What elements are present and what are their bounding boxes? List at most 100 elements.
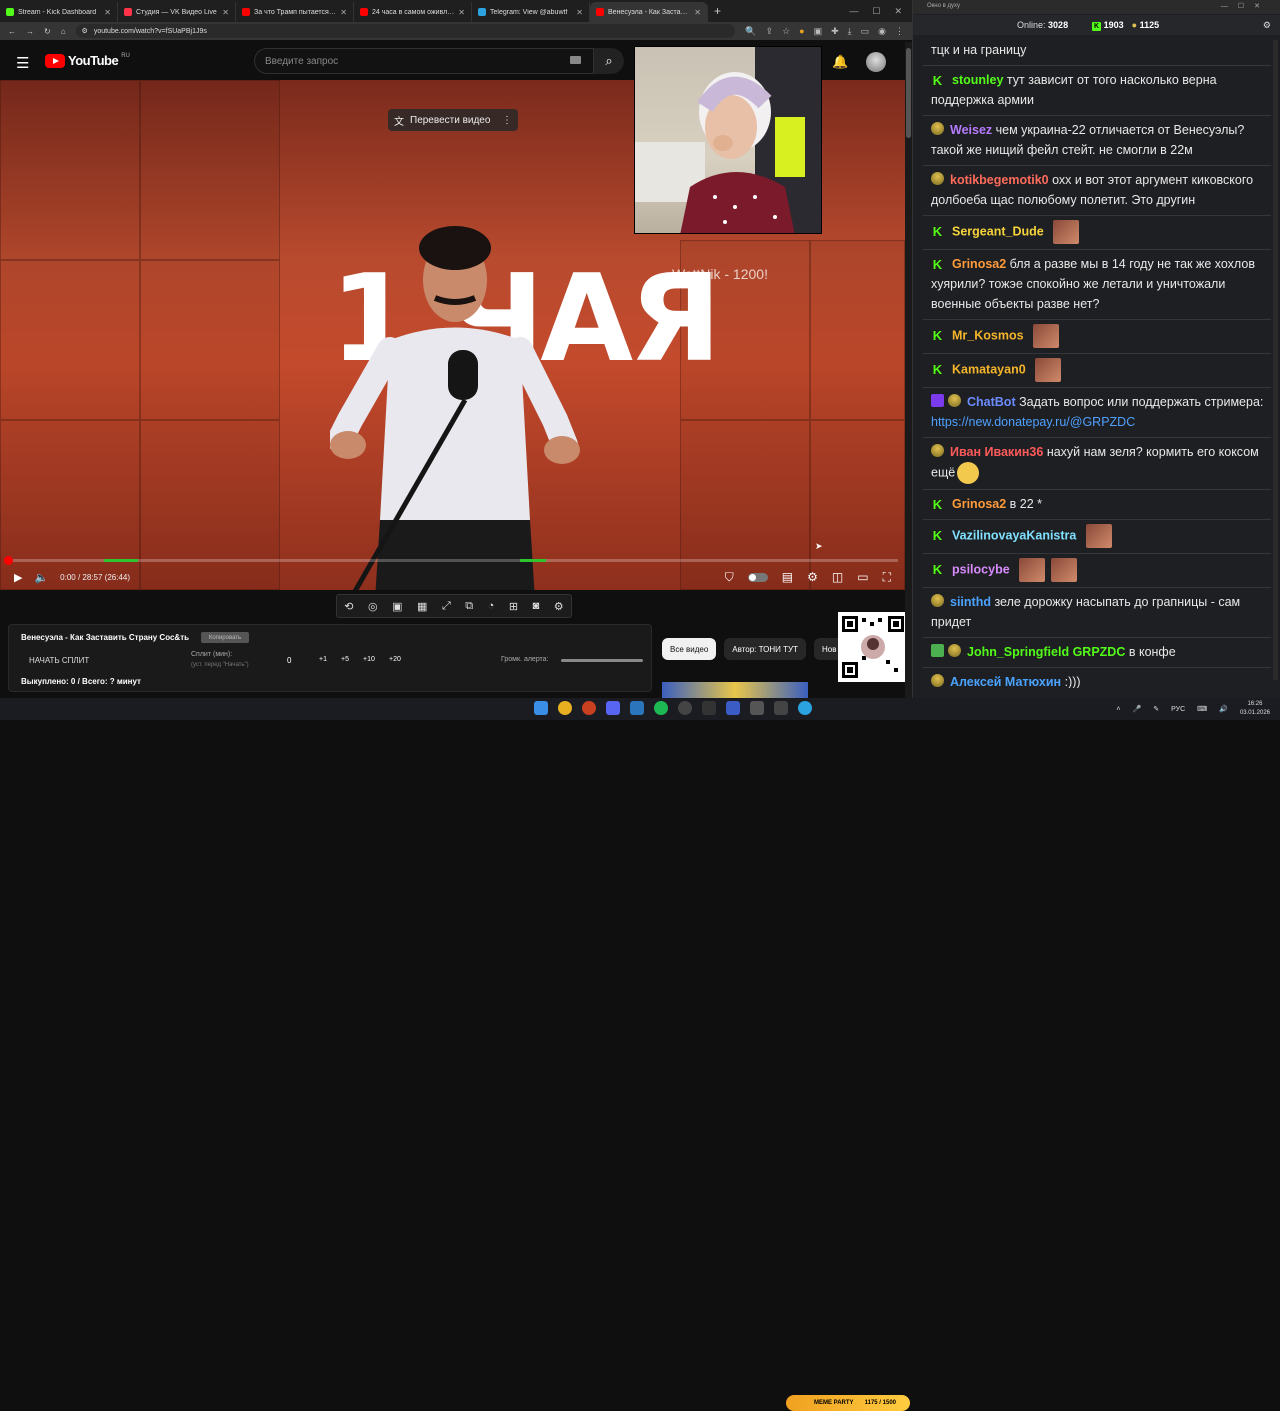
notifications-bell-icon[interactable]: 🔔 — [832, 54, 848, 70]
chat-username[interactable]: kotikbegemotik0 — [950, 173, 1049, 187]
microphone-icon[interactable]: 🎤 — [1133, 705, 1142, 713]
chat-link[interactable]: https://new.donatepay.ru/@GRPZDC — [931, 415, 1135, 429]
tab-close-icon[interactable]: ✕ — [340, 8, 347, 17]
share-icon[interactable]: ⇪ — [766, 26, 774, 37]
miniplayer-icon[interactable]: ◫ — [832, 570, 843, 584]
chrome-icon[interactable] — [558, 701, 572, 715]
extension-icon[interactable]: ▣ — [814, 26, 823, 37]
increment-button[interactable]: +1 — [319, 656, 327, 663]
increment-button[interactable]: +20 — [389, 656, 401, 663]
app-icon[interactable] — [726, 701, 740, 715]
camera-icon[interactable]: ▣ — [392, 600, 402, 613]
more-options-icon[interactable]: ⋮ — [502, 115, 512, 126]
tray-expand-icon[interactable]: ˄ — [1116, 706, 1120, 713]
meme-party-widget[interactable]: MEME PARTY 1175 / 1500 — [786, 1395, 910, 1411]
zoom-icon[interactable]: 🔍 — [745, 26, 756, 37]
new-tab-button[interactable]: + — [708, 4, 727, 18]
volume-icon[interactable]: 🔈 — [34, 571, 48, 584]
fullscreen-icon[interactable]: ⛶ — [883, 570, 891, 585]
volume-tray-icon[interactable]: 🔊 — [1219, 705, 1228, 713]
start-split-button[interactable]: НАЧАТЬ СПЛИТ — [29, 656, 89, 665]
shield-icon[interactable]: ⛉ — [725, 570, 734, 585]
extension-dot-icon[interactable]: ● — [799, 26, 804, 37]
chat-username[interactable]: Kamatayan0 — [952, 362, 1026, 376]
chat-username[interactable]: John_Springfield — [967, 645, 1069, 659]
profile-icon[interactable]: ◉ — [878, 26, 886, 37]
page-scrollbar[interactable] — [905, 42, 912, 698]
photo-icon[interactable]: ◙ — [533, 600, 540, 612]
settings-icon[interactable]: ⚙ — [554, 600, 564, 613]
audio-icon[interactable]: ◎ — [368, 600, 378, 613]
tab-close-icon[interactable]: ✕ — [694, 8, 701, 17]
pen-icon[interactable]: ✎ — [1153, 705, 1159, 713]
increment-button[interactable]: +10 — [363, 656, 375, 663]
chat-username[interactable]: stounley — [952, 73, 1003, 87]
discord-icon[interactable] — [606, 701, 620, 715]
chat-username[interactable]: Grinosa2 — [952, 257, 1006, 271]
puzzle-icon[interactable]: ✚ — [831, 26, 839, 37]
telegram-icon[interactable] — [798, 701, 812, 715]
bookmark-icon[interactable]: ☆ — [782, 26, 790, 37]
menu-hamburger-icon[interactable]: ☰ — [16, 54, 29, 72]
obs-icon[interactable] — [582, 701, 596, 715]
chat-username[interactable]: Grinosa2 — [952, 497, 1006, 511]
app-icon[interactable] — [774, 701, 788, 715]
tab-close-icon[interactable]: ✕ — [104, 8, 111, 17]
split-value[interactable]: 0 — [287, 656, 291, 665]
theater-mode-icon[interactable]: ▭ — [857, 570, 868, 584]
add-icon[interactable]: ⊞ — [509, 600, 518, 613]
app-icon[interactable] — [702, 701, 716, 715]
app-icon[interactable] — [750, 701, 764, 715]
chat-username[interactable]: psilocybe — [952, 562, 1010, 576]
chat-mention[interactable]: GRPZDC — [1073, 645, 1126, 659]
settings-gear-icon[interactable]: ⚙ — [807, 570, 818, 584]
tab-close-icon[interactable]: ✕ — [222, 8, 229, 17]
play-icon[interactable]: ▶ — [14, 571, 22, 584]
screenshot-icon[interactable]: ⧉ — [465, 600, 473, 613]
chip-all-videos[interactable]: Все видео — [662, 638, 717, 660]
chat-username[interactable]: Mr_Kosmos — [952, 328, 1024, 342]
chat-username[interactable]: VazilinovayaKanistra — [952, 528, 1076, 542]
browser-tab[interactable]: Венесуэла - Как Заставить Стр ✕ — [590, 2, 708, 22]
steam-icon[interactable] — [630, 701, 644, 715]
account-avatar[interactable] — [866, 52, 886, 72]
tab-close-icon[interactable]: ✕ — [576, 8, 583, 17]
settings-gear-icon[interactable]: ⚙ — [1263, 20, 1271, 31]
forward-icon[interactable]: → — [26, 27, 34, 36]
browser-tab[interactable]: Stream - Kick Dashboard ✕ — [0, 2, 118, 22]
increment-button[interactable]: +5 — [341, 656, 349, 663]
loop-icon[interactable]: ⟲ — [344, 600, 353, 613]
chat-username[interactable]: siinthd — [950, 595, 991, 609]
chat-username[interactable]: ChatBot — [967, 395, 1016, 409]
clock[interactable]: 16:26 03.01.2026 — [1240, 700, 1270, 718]
chat-username[interactable]: Sergeant_Dude — [952, 224, 1044, 238]
back-icon[interactable]: ← — [8, 27, 16, 36]
chat-username[interactable]: Алексей Матюхин — [950, 675, 1061, 688]
browser-tab[interactable]: Telegram: View @abuwtf ✕ — [472, 2, 590, 22]
alert-volume-slider[interactable] — [561, 659, 643, 662]
windows-start-icon[interactable] — [534, 701, 548, 715]
download-icon[interactable]: ⤓ — [848, 26, 852, 37]
chat-scrollbar[interactable] — [1273, 40, 1278, 680]
close-icon[interactable]: ✕ — [894, 6, 902, 17]
site-info-icon[interactable]: ⚙ — [82, 27, 88, 35]
speed-icon[interactable]: ◔ — [488, 600, 495, 612]
reload-icon[interactable]: ↻ — [44, 27, 51, 36]
minimize-icon[interactable]: — — [849, 6, 858, 17]
search-input[interactable]: Введите запрос — [254, 48, 594, 74]
network-icon[interactable]: ⌨ — [1197, 705, 1207, 713]
url-field[interactable]: ⚙ youtube.com/watch?v=fSUaPBj1J9s — [75, 24, 736, 38]
browser-tab[interactable]: За что Трамп пытается убить ✕ — [236, 2, 354, 22]
spotify-icon[interactable] — [654, 701, 668, 715]
video-progress-bar[interactable] — [8, 559, 898, 562]
autoplay-toggle[interactable] — [747, 572, 768, 582]
tab-close-icon[interactable]: ✕ — [458, 8, 465, 17]
youtube-logo[interactable]: YouTube RU — [45, 53, 130, 68]
scrollbar-thumb[interactable] — [906, 48, 911, 138]
recommended-thumbnail[interactable] — [662, 682, 808, 698]
home-icon[interactable]: ⌂ — [61, 27, 66, 36]
film-icon[interactable]: ▦ — [417, 600, 427, 613]
browser-tab[interactable]: Студия — VK Видео Live ✕ — [118, 2, 236, 22]
copy-button[interactable]: Копировать — [201, 632, 249, 643]
translate-video-button[interactable]: 文 Перевести видео ⋮ — [388, 109, 518, 131]
